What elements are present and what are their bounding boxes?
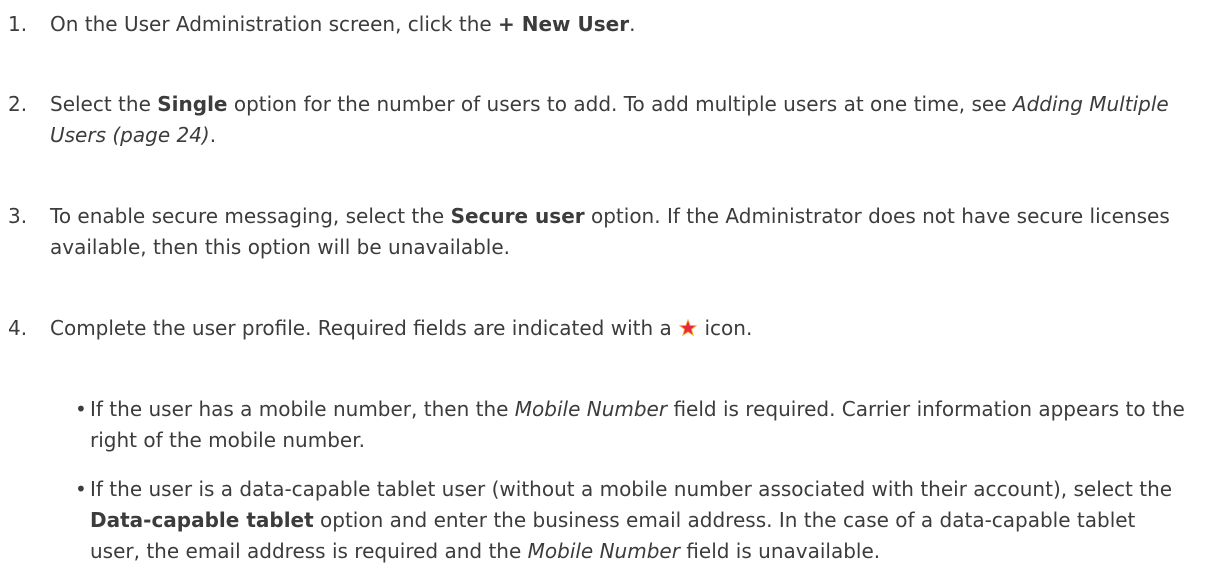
required-star-icon <box>679 319 698 337</box>
bullet-marker: • <box>75 397 87 421</box>
step-number: 1. <box>8 12 28 36</box>
mobile-number-field-ref: Mobile Number <box>514 397 668 421</box>
step-text: To enable secure messaging, select the S… <box>50 204 1170 259</box>
bullet-marker: • <box>75 477 87 501</box>
step-2: 2. Select the Single option for the numb… <box>8 89 1188 147</box>
document-page: 1. On the User Administration screen, cl… <box>0 0 1205 586</box>
step-text: Complete the user profile. Required fiel… <box>50 316 753 340</box>
bullet-text: If the user is a data-capable tablet use… <box>90 477 1173 563</box>
step-3: 3. To enable secure messaging, select th… <box>8 201 1188 259</box>
step-text: On the User Administration screen, click… <box>50 12 636 36</box>
step-1: 1. On the User Administration screen, cl… <box>8 9 1188 40</box>
data-capable-tablet-label: Data-capable tablet <box>90 508 314 532</box>
step-number: 3. <box>8 204 28 228</box>
step-number: 4. <box>8 316 28 340</box>
step-text: Select the Single option for the number … <box>50 92 1169 147</box>
single-option-label: Single <box>157 92 228 116</box>
new-user-label: + New User <box>498 12 630 36</box>
mobile-number-field-ref: Mobile Number <box>527 539 680 563</box>
secure-user-label: Secure user <box>450 204 585 228</box>
step-number: 2. <box>8 92 28 116</box>
step-4: 4. Complete the user profile. Required f… <box>8 313 1188 344</box>
bullet-text: If the user has a mobile number, then th… <box>90 397 1185 452</box>
